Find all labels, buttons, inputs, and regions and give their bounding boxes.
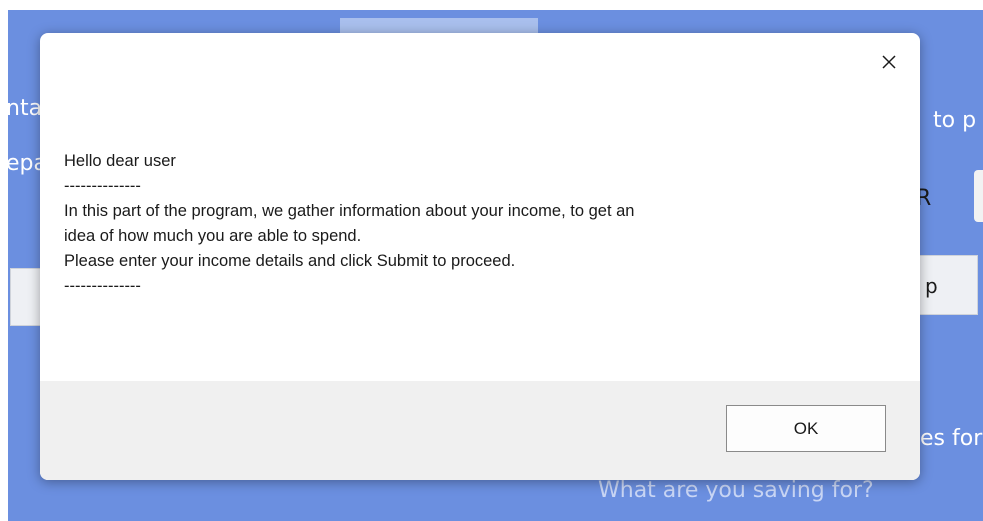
message-dialog: Hello dear user -------------- In this p… <box>40 33 920 480</box>
dialog-message: Hello dear user -------------- In this p… <box>64 149 880 299</box>
message-line-intro: In this part of the program, we gather i… <box>64 202 635 220</box>
background-label-1: nta <box>8 96 43 121</box>
close-button[interactable] <box>872 45 906 79</box>
dialog-footer: OK <box>40 381 920 480</box>
message-line-greeting: Hello dear user <box>64 152 176 170</box>
background-label-5: es for <box>920 426 983 451</box>
message-line-separator-top: -------------- <box>64 177 141 195</box>
saving-goal-prompt: What are you saving for? <box>598 478 874 503</box>
message-line-separator-bottom: -------------- <box>64 277 141 295</box>
message-line-instruction: Please enter your income details and cli… <box>64 252 516 270</box>
background-input-right[interactable] <box>974 170 983 222</box>
message-line-intro-cont: idea of how much you are able to spend. <box>64 227 362 245</box>
background-label-3: to p <box>933 108 977 133</box>
close-icon <box>882 55 896 69</box>
background-button-right-label: p <box>925 274 938 298</box>
ok-button[interactable]: OK <box>726 405 886 452</box>
